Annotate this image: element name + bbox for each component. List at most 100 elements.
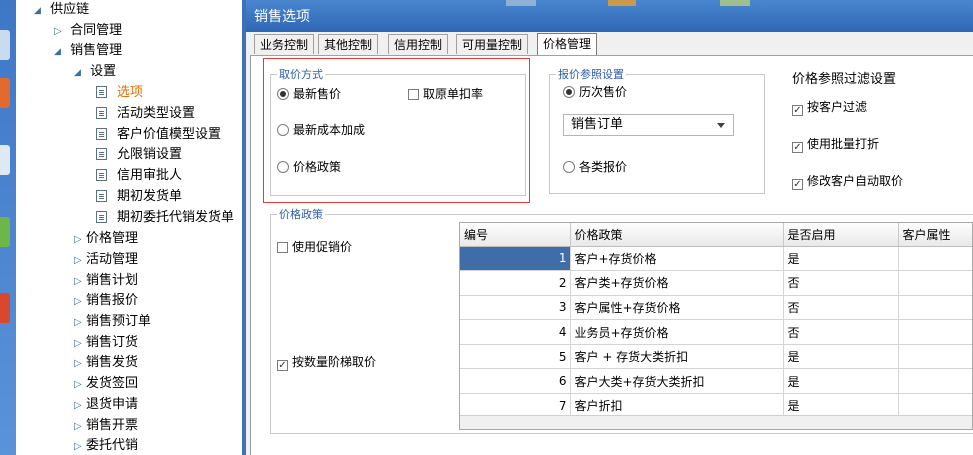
- table-row[interactable]: 1 客户+存货价格 是: [460, 246, 972, 272]
- cell-enabled[interactable]: 否: [783, 270, 899, 296]
- radio-latest-cost-plus[interactable]: 最新成本加成: [277, 123, 365, 137]
- cell-number[interactable]: 5: [460, 344, 571, 370]
- radio-label: 价格政策: [293, 160, 342, 174]
- chevron-right-icon[interactable]: ▷: [74, 230, 86, 250]
- tree-node-sales-sub[interactable]: ▷ 委托代销: [74, 436, 138, 455]
- chevron-right-icon[interactable]: ▷: [74, 396, 86, 416]
- chevron-down-icon[interactable]: ◢: [54, 42, 66, 62]
- checkbox-tiered-pricing[interactable]: ✓ 按数量阶梯取价: [277, 355, 376, 371]
- chevron-right-icon[interactable]: ▷: [74, 251, 86, 271]
- tree-node-sales-sub[interactable]: ▷ 销售预订单: [74, 312, 151, 332]
- launcher-icon[interactable]: [0, 30, 10, 60]
- horizontal-scrollbar[interactable]: [460, 415, 972, 429]
- tree-node-sales-sub[interactable]: ▷ 发货签回: [74, 374, 138, 394]
- cell-number[interactable]: 3: [460, 295, 571, 321]
- launcher-icon[interactable]: [0, 145, 10, 175]
- tab-credit-control[interactable]: 信用控制: [388, 34, 449, 54]
- tree-leaf[interactable]: 信用审批人: [96, 166, 182, 186]
- chevron-right-icon[interactable]: ▷: [74, 313, 86, 333]
- chevron-right-icon[interactable]: ▷: [74, 292, 86, 312]
- launcher-icon[interactable]: [0, 293, 10, 323]
- table-row[interactable]: 4 业务员+存货价格 否: [460, 319, 972, 345]
- tree-leaf-label: 信用审批人: [117, 168, 183, 183]
- checkbox-filter-by-customer[interactable]: ✓ 按客户过滤: [792, 100, 867, 116]
- reference-source-select[interactable]: 销售订单: [563, 114, 734, 136]
- tree-leaf[interactable]: 期初发货单: [96, 187, 182, 207]
- tree-leaf[interactable]: 允限销设置: [96, 145, 182, 165]
- tab-price-management[interactable]: 价格管理: [537, 33, 598, 56]
- cell-number[interactable]: 6: [460, 368, 571, 395]
- cell-customer-attr[interactable]: [898, 319, 972, 345]
- tab-other-control[interactable]: 其他控制: [318, 34, 379, 54]
- launcher-icon[interactable]: [0, 78, 10, 108]
- radio-latest-price[interactable]: 最新售价: [277, 87, 341, 101]
- tree-node-sales-sub[interactable]: ▷ 销售报价: [74, 291, 138, 311]
- cell-number[interactable]: 2: [460, 270, 571, 296]
- checkbox-bulk-discount[interactable]: ✓ 使用批量打折: [792, 137, 879, 153]
- tree-node-supply-chain[interactable]: ◢ 供应链: [34, 0, 89, 20]
- cell-enabled[interactable]: 是: [783, 368, 899, 395]
- cell-policy[interactable]: 客户 + 存货大类折扣: [570, 344, 784, 370]
- tab-availability-control[interactable]: 可用量控制: [456, 34, 529, 54]
- tree-node-contract[interactable]: ▷ 合同管理: [54, 21, 122, 41]
- cell-policy[interactable]: 客户属性+存货价格: [570, 295, 784, 321]
- tree-leaf[interactable]: 活动类型设置: [96, 104, 195, 124]
- tree-node-sales-sub[interactable]: ▷ 销售开票: [74, 416, 138, 436]
- tree-node-sales-sub[interactable]: ▷ 价格管理: [74, 229, 138, 249]
- cell-policy[interactable]: 业务员+存货价格: [570, 319, 784, 345]
- table-row[interactable]: 3 客户属性+存货价格 否: [460, 295, 972, 321]
- cell-customer-attr[interactable]: [898, 368, 972, 395]
- cell-number[interactable]: 1: [460, 246, 571, 272]
- chevron-right-icon[interactable]: ▷: [74, 272, 86, 292]
- cell-policy[interactable]: 客户大类+存货大类折扣: [570, 368, 784, 395]
- cell-enabled[interactable]: 是: [783, 344, 899, 370]
- tree-leaf-options[interactable]: 选项: [96, 83, 143, 103]
- tree-node-sales-sub[interactable]: ▷ 销售发货: [74, 353, 138, 373]
- radio-price-policy[interactable]: 价格政策: [277, 160, 341, 174]
- checkbox-use-promo-price[interactable]: 使用促销价: [277, 240, 352, 254]
- tree-node-sales-sub[interactable]: ▷ 退货申请: [74, 395, 138, 415]
- chevron-down-icon[interactable]: ◢: [74, 63, 86, 83]
- checkbox-auto-price-on-customer-change[interactable]: ✓ 修改客户自动取价: [792, 174, 903, 190]
- chevron-right-icon[interactable]: ▷: [54, 22, 66, 42]
- cell-policy[interactable]: 客户类+存货价格: [570, 270, 784, 296]
- chevron-right-icon[interactable]: ▷: [74, 334, 86, 354]
- tree-node-sales-sub[interactable]: ▷ 活动管理: [74, 250, 138, 270]
- checkbox-original-discount[interactable]: 取原单扣率: [408, 87, 483, 101]
- cell-customer-attr[interactable]: [898, 270, 972, 296]
- tree-node-sales-mgmt[interactable]: ◢ 销售管理: [54, 41, 122, 61]
- cell-enabled[interactable]: 否: [783, 319, 899, 345]
- radio-all-quotes[interactable]: 各类报价: [563, 160, 627, 174]
- table-row[interactable]: 2 客户类+存货价格 否: [460, 270, 972, 296]
- cell-number[interactable]: 4: [460, 319, 571, 345]
- column-header-number[interactable]: 编号: [460, 223, 571, 247]
- chevron-right-icon[interactable]: ▷: [74, 417, 86, 437]
- radio-label: 最新成本加成: [293, 123, 366, 137]
- table-row[interactable]: 5 客户 + 存货大类折扣 是: [460, 344, 972, 370]
- cell-enabled[interactable]: 是: [783, 246, 899, 272]
- tree-node-sales-sub[interactable]: ▷ 销售计划: [74, 271, 138, 291]
- table-row[interactable]: 6 客户大类+存货大类折扣 是: [460, 368, 972, 395]
- cell-customer-attr[interactable]: [898, 246, 972, 272]
- tree-node-settings[interactable]: ◢ 设置: [74, 62, 116, 82]
- checkbox-label: 按数量阶梯取价: [292, 355, 377, 369]
- chevron-right-icon[interactable]: ▷: [74, 354, 86, 374]
- column-header-policy[interactable]: 价格政策: [570, 223, 784, 247]
- column-header-customer-attr[interactable]: 客户属性: [898, 223, 972, 247]
- tree-leaf[interactable]: 客户价值模型设置: [96, 125, 221, 145]
- chevron-right-icon[interactable]: ▷: [74, 437, 86, 455]
- cell-policy[interactable]: 客户+存货价格: [570, 246, 784, 272]
- chevron-right-icon[interactable]: ▷: [74, 375, 86, 395]
- cell-enabled[interactable]: 否: [783, 295, 899, 321]
- chevron-down-icon[interactable]: ◢: [34, 1, 46, 21]
- cell-customer-attr[interactable]: [898, 295, 972, 321]
- document-icon: [96, 128, 107, 140]
- cell-customer-attr[interactable]: [898, 344, 972, 370]
- tree-node-sales-sub[interactable]: ▷ 销售订货: [74, 333, 138, 353]
- tab-business-control[interactable]: 业务控制: [254, 34, 315, 54]
- radio-historical-price[interactable]: 历次售价: [563, 85, 627, 99]
- launcher-icon[interactable]: [0, 217, 10, 247]
- column-header-enabled[interactable]: 是否启用: [783, 223, 899, 247]
- thumbnail: [608, 0, 636, 6]
- tree-leaf[interactable]: 期初委托代销发货单: [96, 208, 234, 228]
